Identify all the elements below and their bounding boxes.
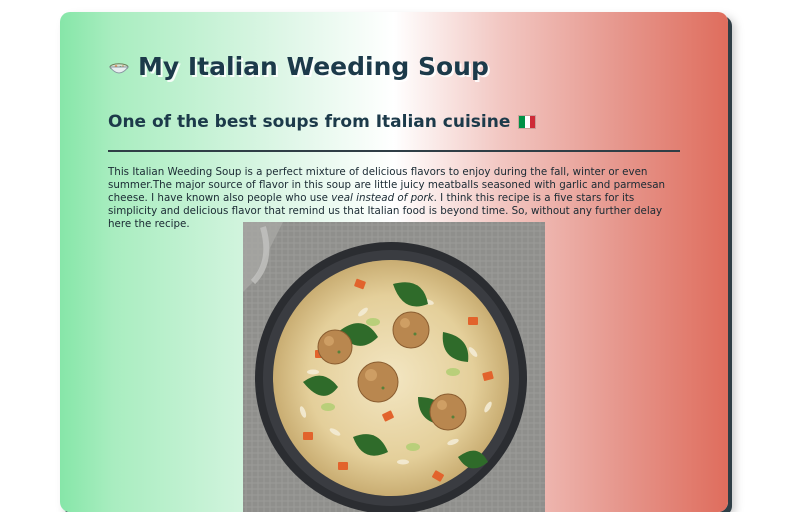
divider	[108, 150, 680, 152]
page-subtitle: One of the best soups from Italian cuisi…	[108, 112, 537, 132]
page-title-text: My Italian Weeding Soup	[138, 52, 489, 81]
page-title: My Italian Weeding Soup	[108, 52, 489, 81]
recipe-card: My Italian Weeding Soup One of the best …	[60, 12, 728, 512]
intro-emphasis: veal instead of pork	[331, 192, 434, 204]
soup-photo	[243, 222, 545, 512]
soup-bowl-icon	[108, 56, 130, 78]
page-subtitle-text: One of the best soups from Italian cuisi…	[108, 112, 511, 132]
italian-flag-icon	[518, 115, 537, 129]
